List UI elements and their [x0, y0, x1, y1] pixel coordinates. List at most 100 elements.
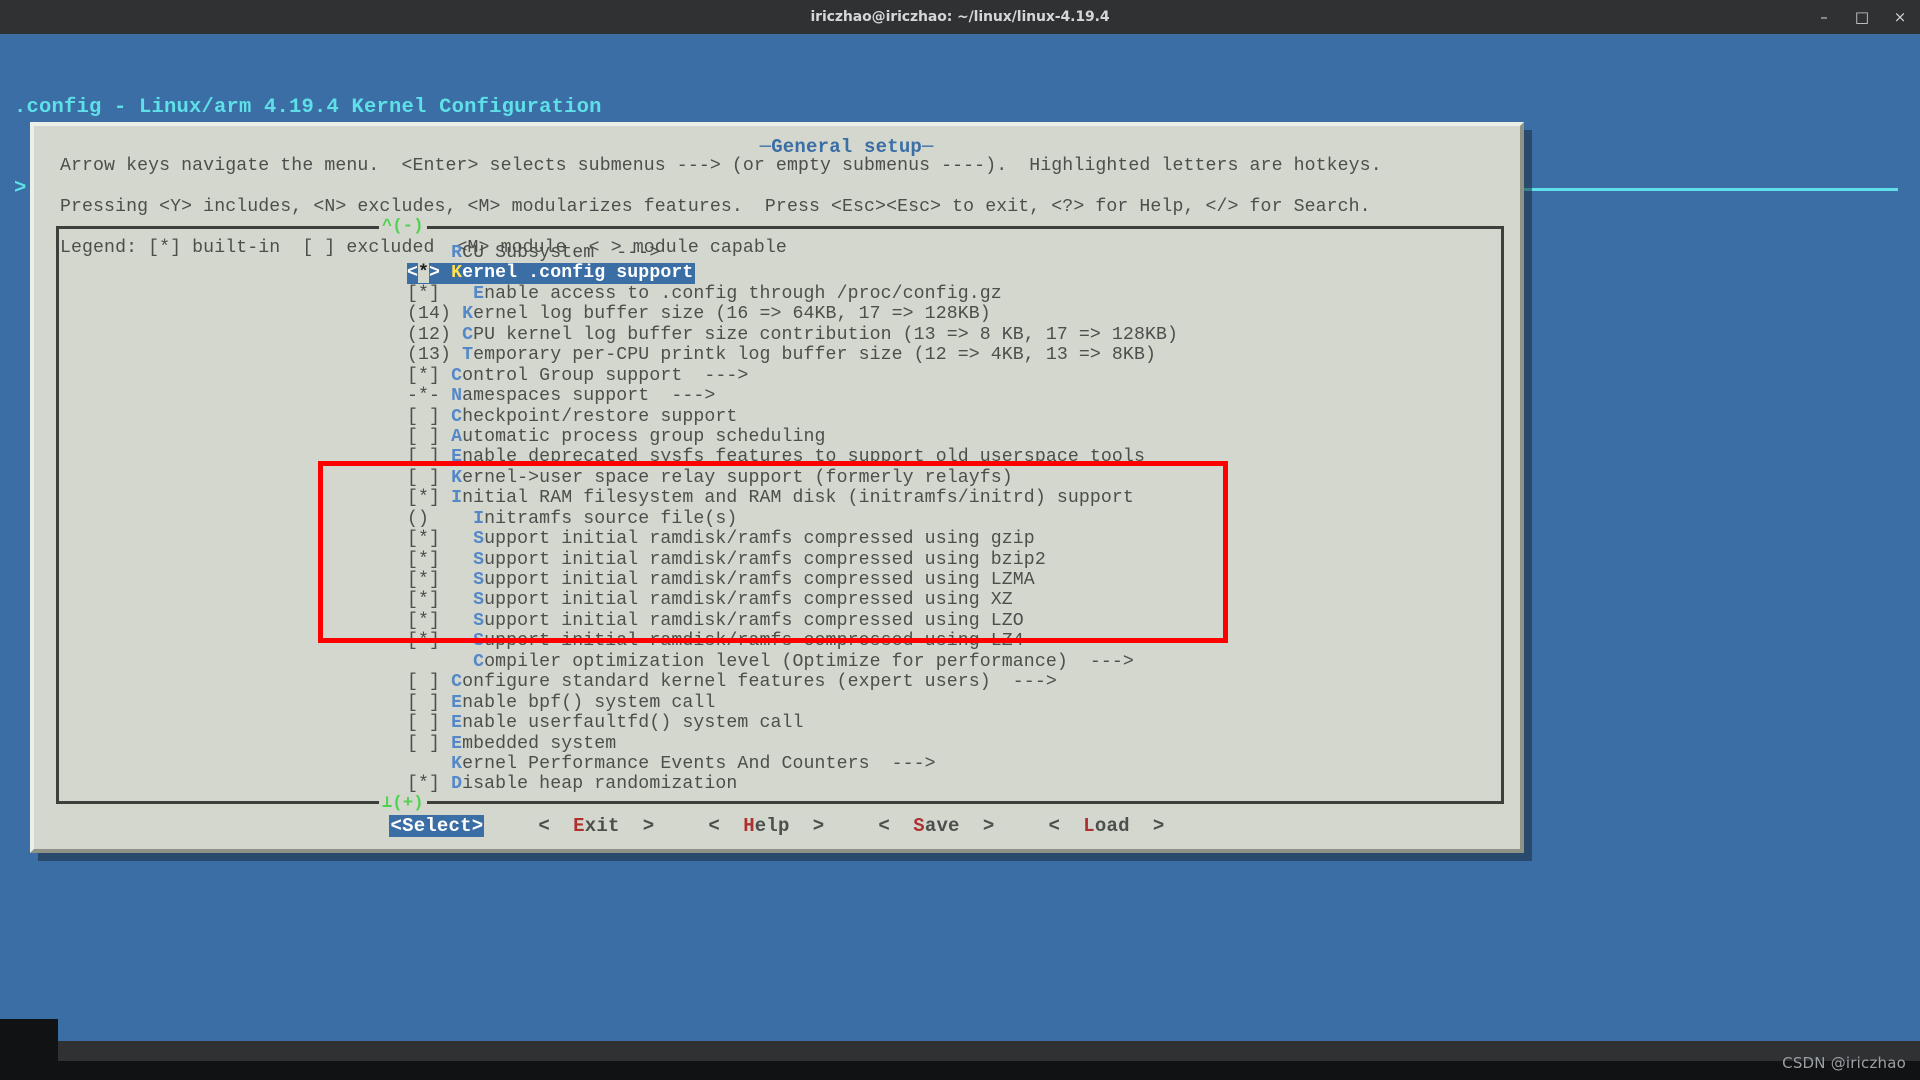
- menu-item[interactable]: (12) CPU kernel log buffer size contribu…: [407, 325, 1178, 345]
- menu-item-marker: [*]: [407, 570, 474, 591]
- menu-item-marker: [*]: [407, 590, 474, 611]
- menu-item-label: onfigure standard kernel features (exper…: [462, 672, 1057, 693]
- menu-item[interactable]: [ ] Configure standard kernel features (…: [407, 672, 1178, 692]
- menu-item[interactable]: [*] Enable access to .config through /pr…: [407, 284, 1178, 304]
- menu-item-hotkey: C: [451, 672, 463, 693]
- menu-item[interactable]: [*] Disable heap randomization: [407, 774, 1178, 794]
- menu-item[interactable]: -*- Namespaces support --->: [407, 386, 1178, 406]
- menu-item-hotkey: E: [473, 283, 485, 304]
- menu-item-label: nable deprecated sysfs features to suppo…: [462, 447, 1145, 468]
- menu-item-marker: [*]: [407, 283, 474, 304]
- menu-item-label: upport initial ramdisk/ramfs compressed …: [484, 570, 1035, 591]
- help-line-2: Pressing <Y> includes, <N> excludes, <M>…: [60, 197, 1371, 218]
- button-select[interactable]: <Select>: [389, 815, 485, 837]
- menu-item[interactable]: [ ] Kernel->user space relay support (fo…: [407, 468, 1178, 488]
- menu-item-marker-tail: >: [429, 263, 452, 284]
- maximize-icon[interactable]: □: [1854, 9, 1870, 25]
- menu-item-hotkey: C: [473, 651, 485, 672]
- menu-item-label: ernel Performance Events And Counters --…: [462, 753, 936, 774]
- menu-item[interactable]: Kernel Performance Events And Counters -…: [407, 754, 1178, 774]
- menu-item-label: ontrol Group support --->: [462, 365, 749, 386]
- menu-item-marker: [ ]: [407, 467, 452, 488]
- menu-item-hotkey: E: [451, 733, 463, 754]
- close-icon[interactable]: ×: [1892, 9, 1908, 25]
- menu-item[interactable]: [*] Support initial ramdisk/ramfs compre…: [407, 611, 1178, 631]
- scroll-up-indicator[interactable]: ^(-): [379, 217, 427, 236]
- menu-item-hotkey: S: [473, 529, 485, 550]
- button-label: oad >: [1094, 815, 1165, 837]
- menu-item[interactable]: [*] Control Group support --->: [407, 366, 1178, 386]
- menu-item-label: upport initial ramdisk/ramfs compressed …: [484, 549, 1046, 570]
- menu-list[interactable]: RCU Subsystem ---> <*> Kernel .config sup…: [407, 243, 1178, 795]
- menu-item[interactable]: [*] Support initial ramdisk/ramfs compre…: [407, 550, 1178, 570]
- menu-item[interactable]: Compiler optimization level (Optimize fo…: [407, 652, 1178, 672]
- menu-item[interactable]: [ ] Checkpoint/restore support: [407, 407, 1178, 427]
- menu-item-label: ernel log buffer size (16 => 64KB, 17 =>…: [473, 304, 991, 325]
- menu-item[interactable]: [*] Support initial ramdisk/ramfs compre…: [407, 590, 1178, 610]
- screen: iriczhao@iriczhao: ~/linux/linux-4.19.4 …: [0, 0, 1920, 1080]
- menu-item-hotkey: N: [451, 386, 463, 407]
- menu-item-label: PU kernel log buffer size contribution (…: [473, 324, 1179, 345]
- button-save[interactable]: < Save >: [878, 815, 994, 837]
- menu-item-hotkey: S: [473, 570, 485, 591]
- menu-item[interactable]: [*] Initial RAM filesystem and RAM disk …: [407, 488, 1178, 508]
- button-bracket-left: <: [538, 815, 574, 837]
- menu-item-hotkey: S: [473, 590, 485, 611]
- menu-item-label: heckpoint/restore support: [462, 406, 738, 427]
- menu-item-hotkey: C: [462, 324, 474, 345]
- menu-item[interactable]: [ ] Embedded system: [407, 734, 1178, 754]
- menu-item-label: amespaces support --->: [462, 386, 716, 407]
- menu-item-marker: [ ]: [407, 692, 452, 713]
- menu-item-marker: [*]: [407, 610, 474, 631]
- menu-item[interactable]: [ ] Enable userfaultfd() system call: [407, 713, 1178, 733]
- menu-item-hotkey: K: [462, 304, 474, 325]
- menu-item-marker: (12): [407, 324, 463, 345]
- menu-item[interactable]: RCU Subsystem --->: [407, 243, 1178, 263]
- menu-item[interactable]: <*> Kernel .config support: [407, 263, 696, 284]
- button-bracket-left: <: [1048, 815, 1084, 837]
- menu-item[interactable]: (14) Kernel log buffer size (16 => 64KB,…: [407, 304, 1178, 324]
- menu-item-marker: [ ]: [407, 713, 452, 734]
- menu-item-hotkey: T: [462, 345, 474, 366]
- menu-item-marker: (): [407, 508, 474, 529]
- menu-item[interactable]: [*] Support initial ramdisk/ramfs compre…: [407, 570, 1178, 590]
- menu-item-marker: [ ]: [407, 426, 452, 447]
- button-label: xit >: [584, 815, 655, 837]
- menu-item[interactable]: [ ] Automatic process group scheduling: [407, 427, 1178, 447]
- menu-item-label: isable heap randomization: [462, 774, 738, 795]
- menu-item[interactable]: [ ] Enable deprecated sysfs features to …: [407, 447, 1178, 467]
- left-gutter: [0, 1019, 58, 1041]
- menu-item-marker: [407, 754, 451, 774]
- button-hotkey: H: [743, 815, 755, 837]
- window-title: iriczhao@iriczhao: ~/linux/linux-4.19.4: [810, 9, 1110, 25]
- button-help[interactable]: < Help >: [708, 815, 824, 837]
- menu-item-label: emporary per-CPU printk log buffer size …: [473, 345, 1156, 366]
- menu-item[interactable]: [*] Support initial ramdisk/ramfs compre…: [407, 631, 1178, 651]
- menu-item-label: upport initial ramdisk/ramfs compressed …: [484, 529, 1035, 550]
- menu-item-hotkey: S: [473, 549, 485, 570]
- menu-item-hotkey: S: [473, 610, 485, 631]
- menu-item-label: nitial RAM filesystem and RAM disk (init…: [462, 488, 1134, 509]
- menu-item[interactable]: (13) Temporary per-CPU printk log buffer…: [407, 345, 1178, 365]
- window-controls: – □ ×: [1816, 0, 1908, 34]
- button-label: elect>: [413, 815, 484, 837]
- menu-item-label: ompiler optimization level (Optimize for…: [484, 651, 1134, 672]
- button-load[interactable]: < Load >: [1048, 815, 1164, 837]
- menu-item-marker: [*]: [407, 529, 474, 550]
- general-setup-dialog-wrap: ─General setup─ Arrow keys navigate the …: [30, 122, 1550, 861]
- dialog-button-bar[interactable]: <Select> < Exit > < Help > < Save > < Load >: [34, 815, 1520, 837]
- menu-list-frame[interactable]: ^(-) ⊥(+) RCU Subsystem ---> <*> Kernel .…: [56, 217, 1504, 813]
- nconfig-canvas: .config - Linux/arm 4.19.4 Kernel Config…: [0, 34, 1920, 1041]
- menu-item-marker: [ ]: [407, 733, 452, 754]
- menu-item-label: nable access to .config through /proc/co…: [484, 283, 1002, 304]
- menu-item[interactable]: () Initramfs source file(s): [407, 509, 1178, 529]
- menu-item-hotkey: I: [473, 508, 485, 529]
- button-hotkey: S: [913, 815, 925, 837]
- scroll-down-indicator[interactable]: ⊥(+): [379, 792, 427, 813]
- menu-item-marker: -*-: [407, 386, 452, 407]
- minimize-icon[interactable]: –: [1816, 9, 1832, 25]
- button-exit[interactable]: < Exit >: [538, 815, 654, 837]
- menu-item[interactable]: [ ] Enable bpf() system call: [407, 693, 1178, 713]
- button-label: ave >: [924, 815, 995, 837]
- menu-item[interactable]: [*] Support initial ramdisk/ramfs compre…: [407, 529, 1178, 549]
